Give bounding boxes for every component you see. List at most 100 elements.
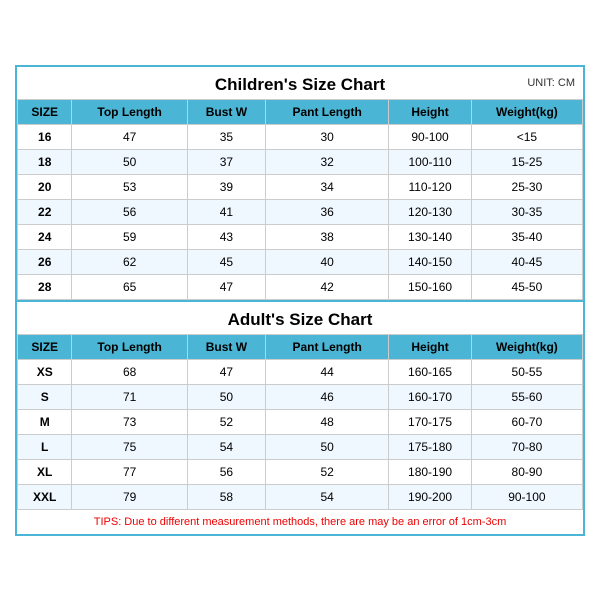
table-cell: XXL xyxy=(18,484,72,509)
table-cell: 43 xyxy=(187,224,265,249)
table-cell: 18 xyxy=(18,149,72,174)
table-cell: 16 xyxy=(18,124,72,149)
adults-col-toplength: Top Length xyxy=(72,334,187,359)
children-table: SIZE Top Length Bust W Pant Length Heigh… xyxy=(17,99,583,300)
table-cell: 40-45 xyxy=(471,249,582,274)
children-col-pantlength: Pant Length xyxy=(265,99,388,124)
children-body: 1647353090-100<1518503732100-11015-25205… xyxy=(18,124,583,299)
adults-header-row: SIZE Top Length Bust W Pant Length Heigh… xyxy=(18,334,583,359)
table-cell: 30 xyxy=(265,124,388,149)
table-row: XS684744160-16550-55 xyxy=(18,359,583,384)
adults-col-weight: Weight(kg) xyxy=(471,334,582,359)
table-cell: 60-70 xyxy=(471,409,582,434)
table-row: L755450175-18070-80 xyxy=(18,434,583,459)
table-cell: XS xyxy=(18,359,72,384)
table-cell: 56 xyxy=(72,199,187,224)
table-cell: 38 xyxy=(265,224,388,249)
table-cell: 41 xyxy=(187,199,265,224)
table-cell: 150-160 xyxy=(389,274,472,299)
children-col-height: Height xyxy=(389,99,472,124)
table-cell: 30-35 xyxy=(471,199,582,224)
children-title: Children's Size Chart UNIT: CM xyxy=(17,67,583,99)
table-cell: 52 xyxy=(265,459,388,484)
table-cell: 47 xyxy=(187,274,265,299)
table-row: 1647353090-100<15 xyxy=(18,124,583,149)
table-cell: 39 xyxy=(187,174,265,199)
table-row: 22564136120-13030-35 xyxy=(18,199,583,224)
table-cell: 54 xyxy=(187,434,265,459)
table-cell: 58 xyxy=(187,484,265,509)
table-cell: 90-100 xyxy=(471,484,582,509)
children-col-bustw: Bust W xyxy=(187,99,265,124)
table-cell: 120-130 xyxy=(389,199,472,224)
table-row: XL775652180-19080-90 xyxy=(18,459,583,484)
table-cell: S xyxy=(18,384,72,409)
table-cell: 80-90 xyxy=(471,459,582,484)
table-cell: 48 xyxy=(265,409,388,434)
table-row: 24594338130-14035-40 xyxy=(18,224,583,249)
table-cell: 50 xyxy=(265,434,388,459)
table-cell: L xyxy=(18,434,72,459)
adults-title-text: Adult's Size Chart xyxy=(228,310,373,329)
table-cell: 68 xyxy=(72,359,187,384)
chart-container: Children's Size Chart UNIT: CM SIZE Top … xyxy=(15,65,585,536)
table-row: XXL795854190-20090-100 xyxy=(18,484,583,509)
table-row: M735248170-17560-70 xyxy=(18,409,583,434)
table-cell: 15-25 xyxy=(471,149,582,174)
table-cell: 24 xyxy=(18,224,72,249)
table-cell: 45 xyxy=(187,249,265,274)
adults-title: Adult's Size Chart xyxy=(17,302,583,334)
table-cell: <15 xyxy=(471,124,582,149)
table-cell: M xyxy=(18,409,72,434)
table-cell: 50-55 xyxy=(471,359,582,384)
adults-col-bustw: Bust W xyxy=(187,334,265,359)
table-cell: 22 xyxy=(18,199,72,224)
table-row: 18503732100-11015-25 xyxy=(18,149,583,174)
adults-table: SIZE Top Length Bust W Pant Length Heigh… xyxy=(17,334,583,510)
table-cell: 160-170 xyxy=(389,384,472,409)
table-cell: 50 xyxy=(72,149,187,174)
table-cell: 110-120 xyxy=(389,174,472,199)
table-row: S715046160-17055-60 xyxy=(18,384,583,409)
adults-col-size: SIZE xyxy=(18,334,72,359)
adults-col-pantlength: Pant Length xyxy=(265,334,388,359)
table-cell: 53 xyxy=(72,174,187,199)
table-cell: 59 xyxy=(72,224,187,249)
table-cell: 50 xyxy=(187,384,265,409)
table-cell: 62 xyxy=(72,249,187,274)
table-cell: 28 xyxy=(18,274,72,299)
table-cell: 47 xyxy=(72,124,187,149)
children-col-toplength: Top Length xyxy=(72,99,187,124)
table-cell: 65 xyxy=(72,274,187,299)
table-cell: 100-110 xyxy=(389,149,472,174)
table-cell: XL xyxy=(18,459,72,484)
table-cell: 35 xyxy=(187,124,265,149)
table-row: 26624540140-15040-45 xyxy=(18,249,583,274)
table-cell: 44 xyxy=(265,359,388,384)
table-cell: 190-200 xyxy=(389,484,472,509)
table-cell: 20 xyxy=(18,174,72,199)
table-cell: 46 xyxy=(265,384,388,409)
adults-col-height: Height xyxy=(389,334,472,359)
table-cell: 170-175 xyxy=(389,409,472,434)
children-col-weight: Weight(kg) xyxy=(471,99,582,124)
table-cell: 140-150 xyxy=(389,249,472,274)
table-cell: 90-100 xyxy=(389,124,472,149)
table-row: 20533934110-12025-30 xyxy=(18,174,583,199)
table-cell: 32 xyxy=(265,149,388,174)
table-row: 28654742150-16045-50 xyxy=(18,274,583,299)
children-title-text: Children's Size Chart xyxy=(215,75,385,94)
children-col-size: SIZE xyxy=(18,99,72,124)
table-cell: 36 xyxy=(265,199,388,224)
table-cell: 180-190 xyxy=(389,459,472,484)
table-cell: 37 xyxy=(187,149,265,174)
table-cell: 77 xyxy=(72,459,187,484)
table-cell: 34 xyxy=(265,174,388,199)
children-header-row: SIZE Top Length Bust W Pant Length Heigh… xyxy=(18,99,583,124)
table-cell: 52 xyxy=(187,409,265,434)
table-cell: 79 xyxy=(72,484,187,509)
table-cell: 55-60 xyxy=(471,384,582,409)
adults-body: XS684744160-16550-55S715046160-17055-60M… xyxy=(18,359,583,509)
table-cell: 130-140 xyxy=(389,224,472,249)
table-cell: 160-165 xyxy=(389,359,472,384)
